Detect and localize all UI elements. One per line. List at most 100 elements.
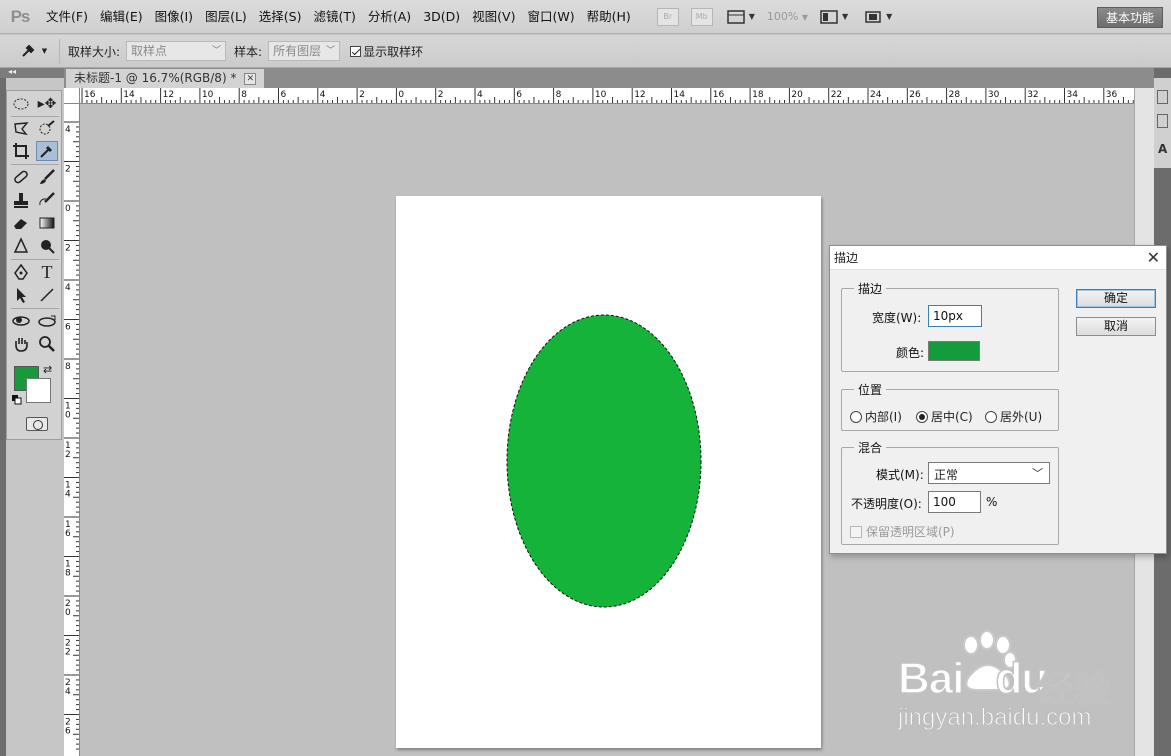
vertical-ruler[interactable]: 4202468101214161820222426 xyxy=(64,104,80,756)
position-center-radio[interactable]: 居中(C) xyxy=(916,408,973,425)
checkbox-box[interactable] xyxy=(350,46,362,57)
menu-help[interactable]: 帮助(H) xyxy=(581,0,637,34)
horizontal-ruler[interactable]: 16 14 12 10 8 6 4 2 0 2 4 6 8 10 12 14 16 18 20 22 24 26 28 30 3… xyxy=(64,88,1134,104)
3d-orbit-tool-icon[interactable] xyxy=(36,311,58,331)
healing-brush-tool-icon[interactable] xyxy=(10,167,32,187)
toolbox-collapse-bar[interactable]: ◂◂ xyxy=(0,67,64,78)
menu-file[interactable]: 文件(F) xyxy=(40,0,94,34)
ok-button[interactable]: 确定 xyxy=(1076,289,1156,308)
document-tab[interactable]: 未标题-1 @ 16.7%(RGB/8) * ✕ xyxy=(66,69,265,88)
ruler-label: 2 xyxy=(65,648,71,658)
menu-window[interactable]: 窗口(W) xyxy=(521,0,580,34)
eyedropper-tool-icon[interactable] xyxy=(36,141,58,161)
tool-preset-picker[interactable]: ▼ xyxy=(8,38,60,64)
ruler-label: 6 xyxy=(516,90,522,100)
quick-mask-icon[interactable] xyxy=(26,417,48,431)
collapsed-panels: A xyxy=(1154,78,1171,168)
chevron-down-icon: ▼ xyxy=(41,47,48,55)
lasso-tool-icon[interactable] xyxy=(10,118,32,138)
quick-select-tool-icon[interactable] xyxy=(36,118,58,138)
menu-analysis[interactable]: 分析(A) xyxy=(362,0,417,34)
chevron-down-icon: ﹀ xyxy=(326,46,336,56)
pen-tool-icon[interactable] xyxy=(10,262,32,282)
gradient-tool-icon[interactable] xyxy=(36,213,58,233)
preserve-transparency-checkbox[interactable]: 保留透明区域(P) xyxy=(850,523,955,540)
clone-stamp-tool-icon[interactable] xyxy=(10,190,32,210)
ruler-label: 16 xyxy=(713,90,725,100)
workspace-button[interactable]: 基本功能 xyxy=(1096,7,1163,28)
sample-label: 样本: xyxy=(234,44,263,59)
swap-colors-icon[interactable]: ⇄ xyxy=(43,363,52,376)
document-tab-title: 未标题-1 @ 16.7%(RGB/8) * xyxy=(74,71,237,85)
line-tool-icon[interactable] xyxy=(36,285,58,305)
brush-tool-icon[interactable] xyxy=(36,167,58,187)
ruler-origin[interactable] xyxy=(64,88,80,104)
menu-image[interactable]: 图像(I) xyxy=(149,0,199,34)
background-color-swatch[interactable] xyxy=(26,378,51,403)
menu-3d[interactable]: 3D(D) xyxy=(417,0,466,34)
character-panel-icon[interactable]: A xyxy=(1158,142,1167,156)
ruler-label: 16 xyxy=(84,90,96,100)
ruler-label: 6 xyxy=(65,529,71,539)
dodge-tool-icon[interactable] xyxy=(36,236,58,256)
chevron-down-icon: ﹀ xyxy=(1032,467,1043,480)
width-input[interactable]: 10px xyxy=(928,305,982,327)
menu-select[interactable]: 选择(S) xyxy=(253,0,308,34)
mini-bridge-button[interactable]: Mb xyxy=(690,7,713,26)
show-ring-checkbox[interactable] xyxy=(350,44,362,58)
checkbox-box[interactable] xyxy=(850,525,862,538)
move-tool-icon[interactable]: ▸✥ xyxy=(36,94,58,114)
opacity-input[interactable]: 100 xyxy=(928,491,981,513)
zoom-level[interactable]: 100% ▼ xyxy=(767,10,808,23)
ruler-label: 24 xyxy=(870,90,882,100)
horizontal-ruler-ticks: 16 14 12 10 8 6 4 2 0 2 4 6 8 10 12 14 16 18 20 22 24 26 28 30 3… xyxy=(81,88,1134,103)
menu-layer[interactable]: 图层(L) xyxy=(199,0,253,34)
screen-mode-dropdown[interactable]: ▼ xyxy=(864,10,892,24)
document-tab-bar: 未标题-1 @ 16.7%(RGB/8) * ✕ xyxy=(64,68,1154,88)
cancel-button[interactable]: 取消 xyxy=(1076,317,1156,336)
opacity-label: 不透明度(O): xyxy=(851,497,922,511)
ruler-label: 4 xyxy=(320,90,326,100)
hand-tool-icon[interactable] xyxy=(10,334,32,354)
type-tool-icon[interactable]: T xyxy=(36,262,58,282)
position-center-label: 居中(C) xyxy=(931,410,973,424)
history-brush-tool-icon[interactable] xyxy=(36,190,58,210)
blend-mode-select[interactable]: 正常 ﹀ xyxy=(928,462,1050,484)
menu-filter[interactable]: 滤镜(T) xyxy=(307,0,361,34)
panel-icon[interactable] xyxy=(1157,114,1168,128)
3d-rotate-tool-icon[interactable] xyxy=(10,311,32,331)
radio-dot[interactable] xyxy=(985,410,997,423)
position-outside-radio[interactable]: 居外(U) xyxy=(985,408,1042,425)
radio-dot[interactable] xyxy=(850,410,862,423)
ruler-label: 32 xyxy=(1027,90,1038,100)
sample-select[interactable]: 所有图层 ﹀ xyxy=(268,41,341,61)
view-extras-dropdown[interactable]: ▼ xyxy=(727,9,755,24)
panel-icon[interactable] xyxy=(1157,90,1168,104)
blur-tool-icon[interactable] xyxy=(10,236,32,256)
document-canvas[interactable] xyxy=(396,196,821,748)
close-icon[interactable]: ✕ xyxy=(244,72,257,85)
view-extras-icon xyxy=(727,9,745,24)
marquee-tool-icon[interactable] xyxy=(10,94,32,114)
ruler-label: 4 xyxy=(65,490,71,500)
position-inside-radio[interactable]: 内部(I) xyxy=(850,408,902,425)
sample-size-select[interactable]: 取样点 ﹀ xyxy=(126,41,227,61)
menu-edit[interactable]: 编辑(E) xyxy=(94,0,149,34)
ruler-label: 4 xyxy=(65,125,71,135)
ruler-label: 0 xyxy=(398,90,404,100)
stroke-color-swatch[interactable] xyxy=(928,341,980,361)
zoom-tool-icon[interactable] xyxy=(36,334,58,354)
menu-view[interactable]: 视图(V) xyxy=(466,0,521,34)
default-colors-icon[interactable] xyxy=(12,394,22,408)
ruler-label: 6 xyxy=(65,323,71,333)
eraser-tool-icon[interactable] xyxy=(10,213,32,233)
ruler-label: 0 xyxy=(65,204,71,214)
crop-tool-icon[interactable] xyxy=(10,141,32,161)
radio-dot[interactable] xyxy=(916,410,928,423)
bridge-button[interactable]: Br xyxy=(656,7,679,26)
close-icon[interactable]: ✕ xyxy=(1147,249,1160,266)
arrange-documents-dropdown[interactable]: ▼ xyxy=(820,9,848,24)
dialog-title: 描边 xyxy=(834,251,859,265)
dialog-titlebar[interactable]: 描边 ✕ xyxy=(830,246,1166,270)
path-selection-tool-icon[interactable] xyxy=(10,285,32,305)
